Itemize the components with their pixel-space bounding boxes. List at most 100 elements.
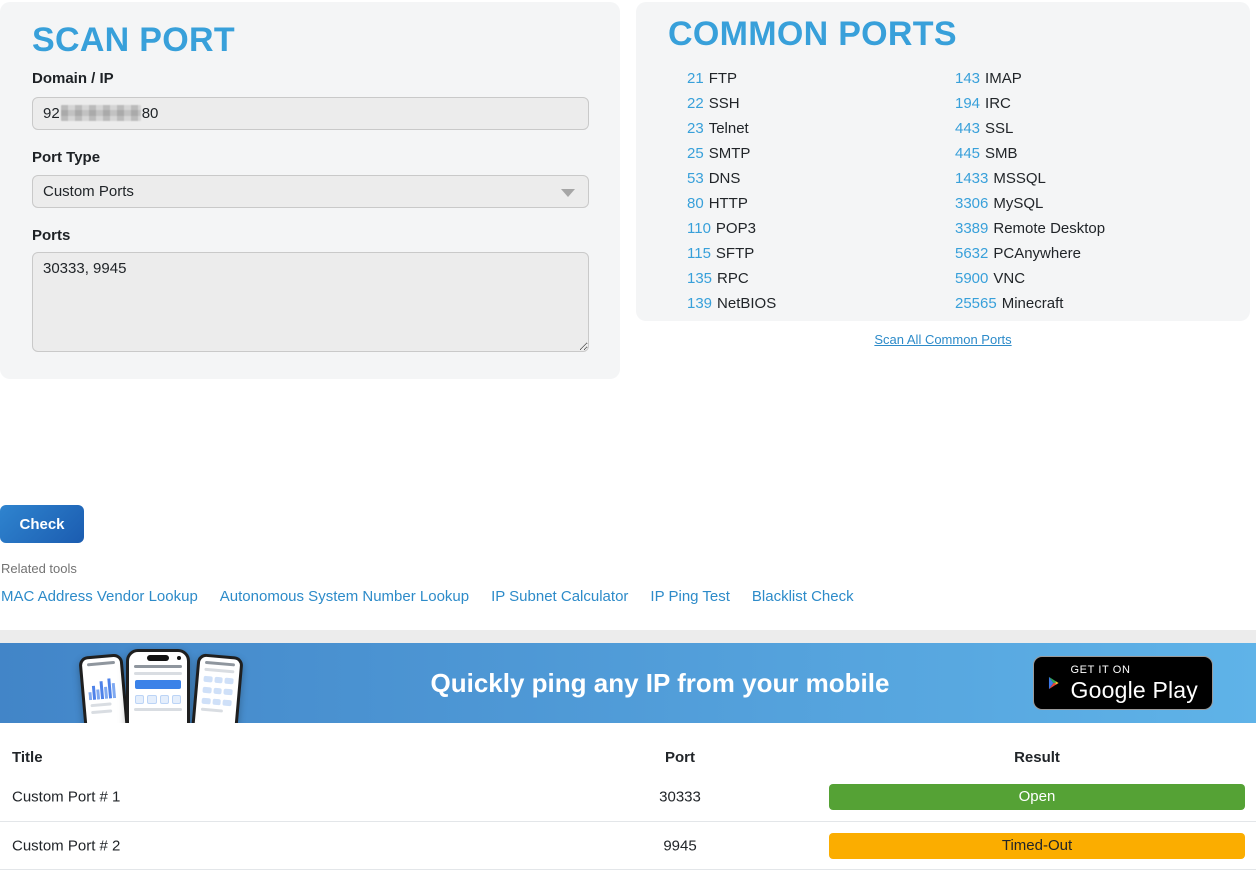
common-port-item: 23 Telnet [687, 116, 776, 141]
status-badge: Open [829, 784, 1245, 810]
scan-port-panel: SCAN PORT Domain / IP 92 80 Port Type Cus… [0, 2, 620, 379]
ports-label: Ports [32, 227, 70, 244]
port-name: VNC [993, 270, 1025, 287]
port-name: FTP [709, 70, 737, 87]
common-port-item: 115 SFTP [687, 241, 776, 266]
port-number-link[interactable]: 139 [687, 295, 712, 312]
port-name: SSH [709, 95, 740, 112]
port-number-link[interactable]: 25 [687, 145, 704, 162]
common-port-item: 21 FTP [687, 66, 776, 91]
row-title-cell: Custom Port # 2 [12, 837, 120, 854]
port-number-link[interactable]: 135 [687, 270, 712, 287]
common-port-item: 139NetBIOS [687, 291, 776, 316]
related-tools-heading: Related tools [1, 561, 77, 576]
redacted-ip-mosaic [61, 105, 141, 121]
port-name: MySQL [993, 195, 1043, 212]
get-it-on-label: GET IT ON [1071, 663, 1199, 677]
port-name: SMTP [709, 145, 751, 162]
common-port-item: 3306 MySQL [955, 191, 1105, 216]
port-number-link[interactable]: 115 [687, 245, 711, 262]
related-tool-link[interactable]: Blacklist Check [752, 588, 854, 605]
port-name: RPC [717, 270, 749, 287]
table-header-title: Title [12, 749, 43, 766]
google-play-label: Google Play [1071, 677, 1199, 703]
port-number-link[interactable]: 3389 [955, 220, 988, 237]
check-button[interactable]: Check [0, 505, 84, 543]
port-number-link[interactable]: 53 [687, 170, 704, 187]
common-port-item: 194 IRC [955, 91, 1105, 116]
port-number-link[interactable]: 22 [687, 95, 704, 112]
port-name: PCAnywhere [993, 245, 1081, 262]
domain-ip-input[interactable]: 92 80 [32, 97, 589, 130]
port-number-link[interactable]: 21 [687, 70, 704, 87]
google-play-text: GET IT ON Google Play [1071, 663, 1199, 703]
port-number-link[interactable]: 443 [955, 120, 980, 137]
related-tools-nav: MAC Address Vendor Lookup Autonomous Syst… [1, 588, 854, 605]
port-name: POP3 [716, 220, 756, 237]
port-number-link[interactable]: 143 [955, 70, 980, 87]
port-type-select[interactable]: Custom Ports [32, 175, 589, 208]
common-port-item: 110 POP3 [687, 216, 776, 241]
results-table: Title Port Result Custom Port # 1 30333 Op… [0, 723, 1256, 875]
table-row: Custom Port # 1 30333 Open [0, 772, 1256, 822]
common-port-item: 1433 MSSQL [955, 166, 1105, 191]
port-name: DNS [709, 170, 741, 187]
port-number-link[interactable]: 25565 [955, 295, 997, 312]
related-tool-link[interactable]: MAC Address Vendor Lookup [1, 588, 198, 605]
scan-all-common-ports-link[interactable]: Scan All Common Ports [636, 332, 1250, 347]
port-number-link[interactable]: 80 [687, 195, 704, 212]
common-port-item: 5632 PCAnywhere [955, 241, 1105, 266]
google-play-badge[interactable]: GET IT ON Google Play [1033, 656, 1213, 710]
related-tool-link[interactable]: IP Subnet Calculator [491, 588, 628, 605]
common-port-item: 22 SSH [687, 91, 776, 116]
port-number-link[interactable]: 1433 [955, 170, 988, 187]
domain-ip-value-suffix: 80 [142, 105, 159, 122]
domain-ip-label: Domain / IP [32, 70, 114, 87]
port-name: Remote Desktop [993, 220, 1105, 237]
chevron-down-icon [561, 189, 575, 197]
port-number-link[interactable]: 3306 [955, 195, 988, 212]
port-name: Telnet [709, 120, 749, 137]
domain-ip-value-prefix: 92 [43, 105, 60, 122]
phone-right-mockup [190, 653, 243, 723]
related-tool-link[interactable]: Autonomous System Number Lookup [220, 588, 469, 605]
port-number-link[interactable]: 194 [955, 95, 980, 112]
row-port-cell: 9945 [600, 837, 760, 854]
port-name: HTTP [709, 195, 748, 212]
port-number-link[interactable]: 5900 [955, 270, 988, 287]
port-type-label: Port Type [32, 149, 100, 166]
google-play-icon [1048, 666, 1060, 700]
port-name: SFTP [716, 245, 754, 262]
port-name: MSSQL [993, 170, 1046, 187]
mobile-app-banner: Quickly ping any IP from your mobile GET… [0, 643, 1256, 723]
common-ports-title: COMMON PORTS [668, 15, 957, 54]
ports-textarea[interactable] [32, 252, 589, 352]
common-ports-column-1: 21 FTP 22 SSH 23 Telnet 25 SMTP 53 DNS 80 HTTP 110 PO… [687, 66, 776, 316]
related-tool-link[interactable]: IP Ping Test [650, 588, 730, 605]
port-name: SMB [985, 145, 1018, 162]
common-ports-panel: COMMON PORTS 21 FTP 22 SSH 23 Telnet 25 SMTP 53 D… [636, 2, 1250, 321]
scan-port-title: SCAN PORT [32, 21, 235, 60]
common-port-item: 445 SMB [955, 141, 1105, 166]
common-port-item: 135 RPC [687, 266, 776, 291]
port-number-link[interactable]: 445 [955, 145, 980, 162]
table-header-result: Result [829, 749, 1245, 766]
common-port-item: 443 SSL [955, 116, 1105, 141]
port-name: IMAP [985, 70, 1022, 87]
table-header-port: Port [600, 749, 760, 766]
port-number-link[interactable]: 23 [687, 120, 704, 137]
row-port-cell: 30333 [600, 788, 760, 805]
common-port-item: 25565Minecraft [955, 291, 1105, 316]
common-port-item: 5900 VNC [955, 266, 1105, 291]
port-name: SSL [985, 120, 1013, 137]
common-port-item: 80 HTTP [687, 191, 776, 216]
phone-center-mockup [126, 649, 190, 723]
port-number-link[interactable]: 110 [687, 220, 711, 237]
status-badge: Timed-Out [829, 833, 1245, 859]
port-number-link[interactable]: 5632 [955, 245, 988, 262]
row-title-cell: Custom Port # 1 [12, 788, 120, 805]
common-port-item: 3389 Remote Desktop [955, 216, 1105, 241]
section-divider [0, 630, 1256, 643]
mini-bar-chart [87, 670, 119, 701]
port-name: IRC [985, 95, 1011, 112]
